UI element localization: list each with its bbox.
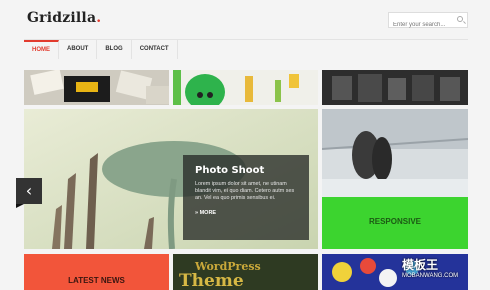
hero-more-link[interactable]: » MORE xyxy=(195,210,297,216)
search-input[interactable] xyxy=(389,18,453,32)
grid-tile-cards-image[interactable] xyxy=(24,70,169,105)
grid-tile-wordpress-theme[interactable]: WordPress Theme xyxy=(173,254,318,290)
search-box[interactable] xyxy=(388,12,468,32)
logo-text: Gridzilla xyxy=(27,10,97,26)
nav-contact[interactable]: CONTACT xyxy=(132,40,178,59)
grid-tile-character-image[interactable] xyxy=(173,70,318,105)
site-logo[interactable]: Gridzilla. xyxy=(27,10,101,26)
typography-image xyxy=(322,70,468,105)
logo-dot: . xyxy=(96,10,102,26)
nav-home[interactable]: HOME xyxy=(24,40,59,59)
skaters-image xyxy=(322,109,468,197)
nav-blog[interactable]: BLOG xyxy=(97,40,132,59)
page: Gridzilla. HOME ABOUT BLOG CONTACT xyxy=(0,0,490,290)
main-nav: HOME ABOUT BLOG CONTACT xyxy=(24,40,178,59)
hero-body: Lorem ipsum dolor sit amet, ne utinam bl… xyxy=(195,181,295,201)
theme-text: Theme xyxy=(179,271,244,290)
grid-tile-latest-news[interactable]: LATEST NEWS xyxy=(24,254,169,290)
search-icon[interactable] xyxy=(457,16,463,22)
watermark-url: MOBANWANG.COM xyxy=(402,273,459,279)
cards-image xyxy=(24,70,169,105)
character-image xyxy=(173,70,318,105)
chevron-left-icon: ‹ xyxy=(25,181,33,200)
watermark-title: 模板王 xyxy=(402,258,439,272)
watermark: 模板王 MOBANWANG.COM xyxy=(402,256,490,290)
nav-about[interactable]: ABOUT xyxy=(59,40,98,59)
responsive-label: RESPONSIVE xyxy=(368,217,421,226)
hero-title: Photo Shoot xyxy=(195,165,265,176)
grid-tile-responsive[interactable]: RESPONSIVE xyxy=(322,197,468,249)
grid-tile-typography-image[interactable] xyxy=(322,70,468,105)
slider-prev-button[interactable]: ‹ xyxy=(16,178,42,208)
hero-caption: Photo Shoot Lorem ipsum dolor sit amet, … xyxy=(183,155,309,240)
latest-news-label: LATEST NEWS xyxy=(68,276,125,285)
grid-tile-skaters-image[interactable] xyxy=(322,109,468,197)
